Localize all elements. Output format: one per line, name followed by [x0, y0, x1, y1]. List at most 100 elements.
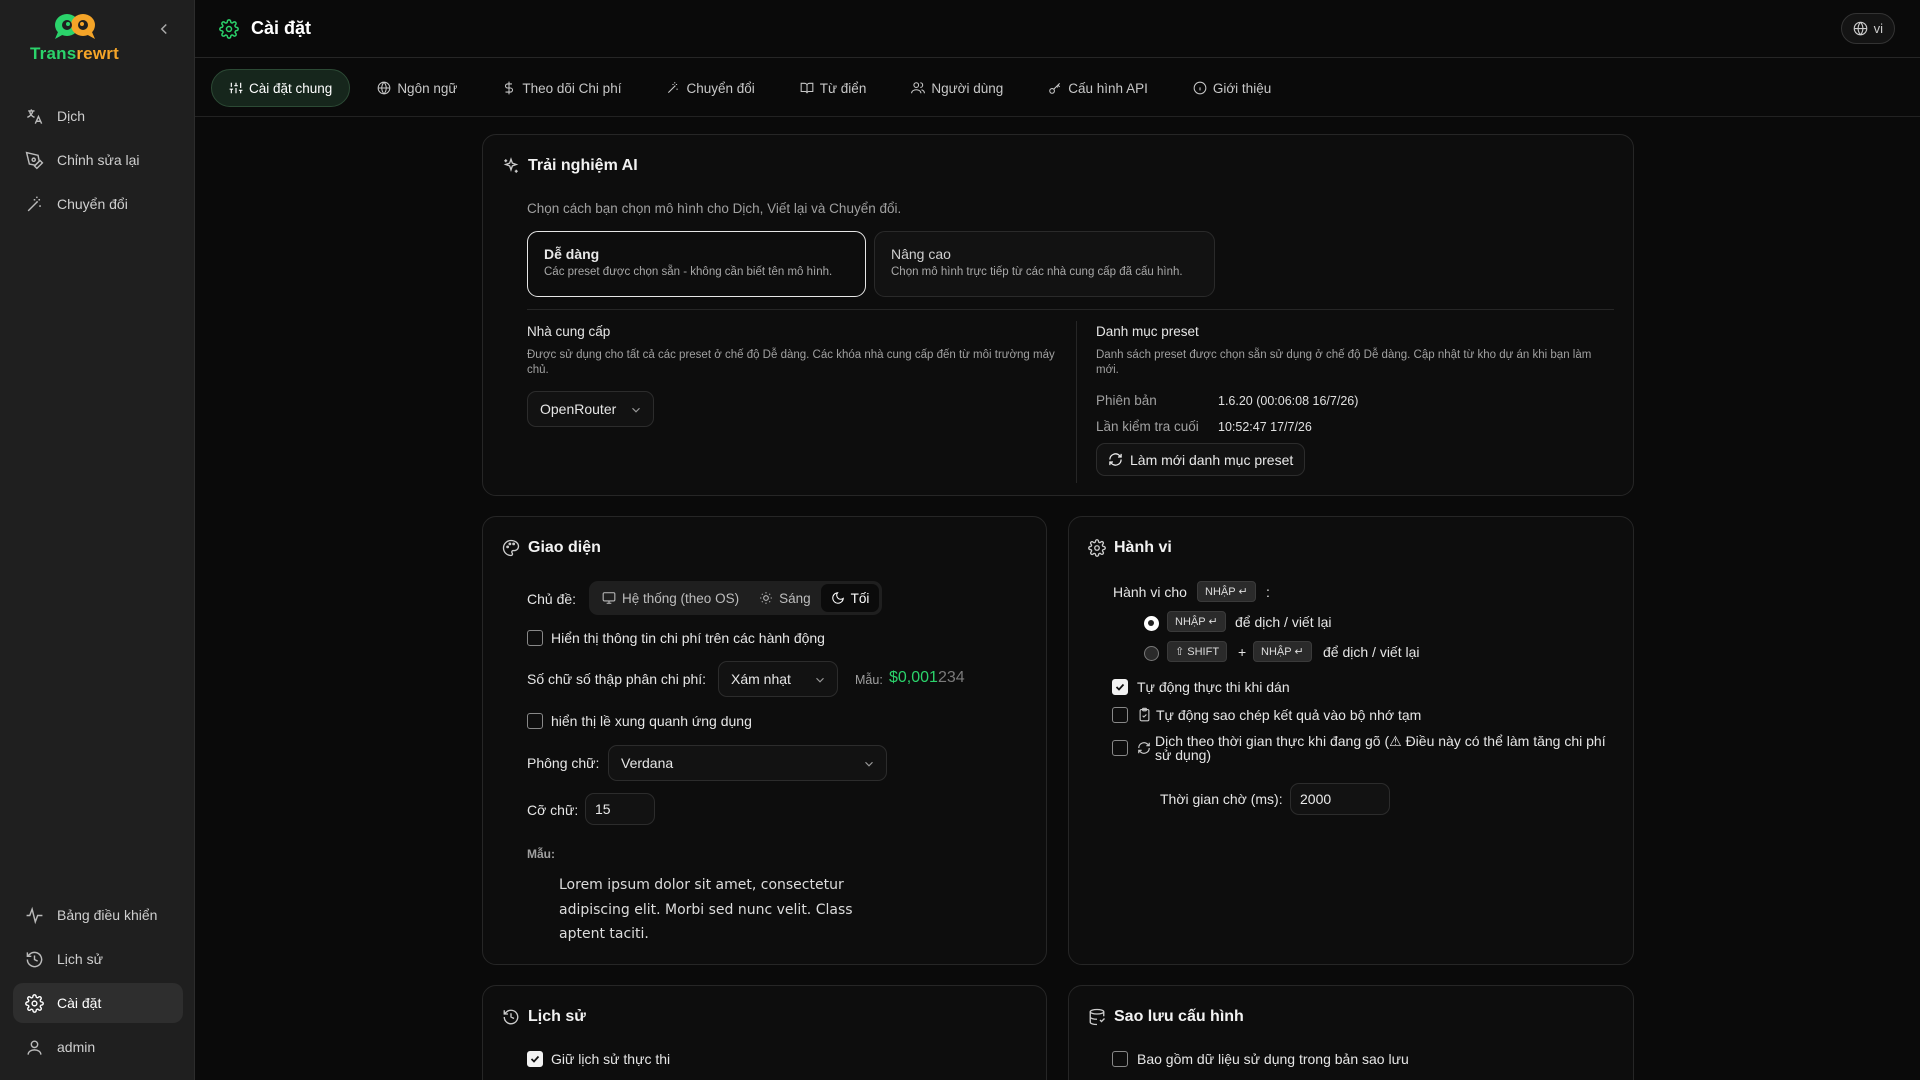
- sidebar-item-label: Lịch sử: [57, 951, 103, 967]
- sliders-icon: [229, 82, 243, 94]
- colon: :: [1266, 584, 1270, 600]
- include-usage-checkbox[interactable]: [1112, 1051, 1128, 1067]
- enter-key-badge: NHẬP ↵: [1197, 581, 1256, 602]
- last-check-value: 10:52:47 17/7/26: [1218, 420, 1312, 434]
- sidebar-item-label: Chuyển đổi: [57, 196, 128, 212]
- activity-icon: [26, 906, 43, 924]
- realtime-label: Dịch theo thời gian thực khi đang gõ (⚠ …: [1155, 733, 1606, 763]
- sidebar-item-translate[interactable]: Dịch: [13, 96, 183, 136]
- tab-about[interactable]: Giới thiệu: [1175, 69, 1289, 107]
- mode-title: Nâng cao: [891, 246, 951, 262]
- option-text: để dịch / viết lại: [1323, 644, 1420, 660]
- last-check-label: Lần kiểm tra cuối: [1096, 419, 1199, 434]
- option-text: để dịch / viết lại: [1235, 614, 1332, 630]
- chevron-down-icon: [816, 677, 824, 683]
- refresh-catalog-button[interactable]: Làm mới danh mục preset: [1096, 443, 1306, 476]
- sidebar-item-dashboard[interactable]: Bảng điều khiển: [13, 895, 183, 935]
- tab-label: Từ điển: [819, 80, 867, 96]
- globe-icon: [377, 81, 391, 95]
- version-value: 1.6.20 (00:06:08 16/7/26): [1218, 394, 1359, 408]
- tab-transform[interactable]: Chuyển đổi: [648, 69, 772, 107]
- tab-users[interactable]: Người dùng: [893, 69, 1021, 107]
- page-title: Cài đặt: [251, 18, 312, 38]
- language-switcher[interactable]: vi: [1840, 13, 1895, 44]
- ai-title: Trải nghiệm AI: [528, 157, 638, 174]
- mode-desc: Các preset được chọn sẵn - không cần biế…: [544, 266, 833, 278]
- app-logo[interactable]: Transrewrt: [30, 12, 120, 64]
- collapse-sidebar-button[interactable]: [155, 20, 173, 38]
- show-margin-checkbox[interactable]: [527, 713, 543, 729]
- wait-time-label: Thời gian chờ (ms):: [1160, 791, 1283, 807]
- font-label: Phông chữ:: [527, 755, 600, 771]
- key-icon: [1049, 82, 1061, 94]
- clipboard-check-icon: [1139, 707, 1150, 722]
- wait-time-input[interactable]: 2000: [1290, 783, 1390, 815]
- sidebar: Transrewrt Dịch Chỉnh sửa lại Chuyển đổi…: [0, 0, 195, 1080]
- keep-history-checkbox[interactable]: [527, 1051, 543, 1067]
- history-card: Lịch sử Giữ lịch sử thực thi: [482, 985, 1047, 1080]
- behavior-card: Hành vi Hành vi cho NHẬP ↵ : NHẬP ↵ để d…: [1068, 516, 1634, 965]
- mode-desc: Chọn mô hình trực tiếp từ các nhà cung c…: [891, 266, 1183, 278]
- app-name: Transrewrt: [30, 44, 119, 63]
- refresh-icon: [1138, 742, 1150, 754]
- user-icon: [27, 1039, 42, 1055]
- tab-general[interactable]: Cài đặt chung: [211, 69, 351, 107]
- check-icon: [1115, 683, 1125, 691]
- sidebar-item-transform[interactable]: Chuyển đổi: [13, 184, 183, 224]
- mode-advanced[interactable]: Nâng cao Chọn mô hình trực tiếp từ các n…: [874, 231, 1215, 297]
- ai-description: Chọn cách bạn chọn mô hình cho Dịch, Viế…: [527, 201, 902, 216]
- card-title: Hành vi: [1088, 539, 1172, 557]
- realtime-checkbox[interactable]: [1112, 740, 1128, 756]
- mode-title: Dễ dàng: [544, 246, 600, 262]
- chevron-down-icon: [632, 407, 640, 413]
- theme-option-system[interactable]: Hệ thống (theo OS): [592, 584, 749, 612]
- mode-easy[interactable]: Dễ dàng Các preset được chọn sẵn - không…: [527, 231, 866, 297]
- shift-enter-to-submit-radio[interactable]: [1144, 646, 1159, 661]
- sidebar-item-history[interactable]: Lịch sử: [13, 939, 183, 979]
- refresh-icon: [1109, 453, 1122, 466]
- provider-select[interactable]: OpenRouter: [527, 391, 654, 427]
- show-cost-checkbox[interactable]: [527, 630, 543, 646]
- history-icon: [503, 1009, 519, 1025]
- font-size-input[interactable]: 15: [585, 793, 655, 825]
- sidebar-item-user[interactable]: admin: [13, 1027, 183, 1067]
- language-code: vi: [1873, 21, 1883, 36]
- card-title: Lịch sử: [502, 1008, 586, 1026]
- tab-label: Ngôn ngữ: [397, 80, 458, 96]
- gear-icon: [1088, 539, 1106, 557]
- users-icon: [911, 82, 926, 94]
- sidebar-item-rewrite[interactable]: Chỉnh sửa lại: [13, 140, 183, 180]
- translate-icon: [27, 108, 43, 124]
- chevron-down-icon: [865, 761, 873, 767]
- monitor-icon: [602, 592, 616, 604]
- enter-to-submit-radio[interactable]: [1144, 616, 1159, 631]
- tab-language[interactable]: Ngôn ngữ: [359, 69, 475, 107]
- sidebar-nav-bottom: Bảng điều khiển Lịch sử Cài đặt admin: [13, 895, 183, 1071]
- auto-run-label: Tự động thực thi khi dán: [1137, 679, 1290, 695]
- logo-icon: [55, 14, 95, 39]
- sidebar-item-settings[interactable]: Cài đặt: [13, 983, 183, 1023]
- sample-cost: $0,001234: [889, 669, 965, 687]
- font-size-label: Cỡ chữ:: [527, 802, 579, 818]
- settings-tabs: Cài đặt chung Ngôn ngữ Theo dõi Chi phí …: [211, 68, 1298, 108]
- tab-dictionary[interactable]: Từ điển: [782, 69, 885, 107]
- sidebar-item-label: Chỉnh sửa lại: [57, 152, 140, 168]
- decimals-select[interactable]: Xám nhạt: [718, 661, 838, 697]
- dollar-icon: [505, 81, 514, 95]
- card-title: Sao lưu cấu hình: [1088, 1008, 1244, 1026]
- divider: [1076, 321, 1077, 483]
- tab-cost-tracking[interactable]: Theo dõi Chi phí: [484, 69, 639, 107]
- auto-copy-checkbox[interactable]: [1112, 707, 1128, 723]
- tab-label: Cấu hình API: [1068, 80, 1148, 96]
- provider-desc: Được sử dụng cho tất cả các preset ở chế…: [527, 349, 1055, 376]
- enter-key-badge: NHẬP ↵: [1167, 611, 1226, 632]
- font-value: Verdana: [621, 755, 674, 771]
- font-select[interactable]: Verdana: [608, 745, 887, 781]
- tab-api-config[interactable]: Cấu hình API: [1030, 69, 1166, 107]
- show-cost-label: Hiển thị thông tin chi phí trên các hành…: [551, 630, 825, 646]
- auto-run-checkbox[interactable]: [1112, 679, 1128, 695]
- chevron-left-icon: [160, 23, 167, 35]
- theme-option-dark[interactable]: Tối: [820, 584, 880, 612]
- card-title: Giao diện: [502, 539, 601, 557]
- theme-option-light[interactable]: Sáng: [749, 584, 821, 612]
